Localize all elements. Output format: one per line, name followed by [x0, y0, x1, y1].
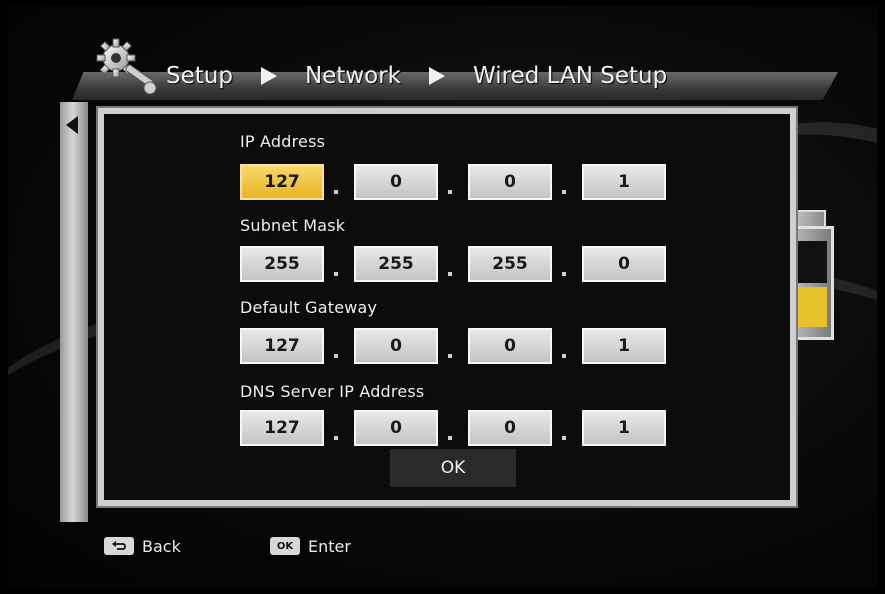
- dns-server-octet-4[interactable]: 1: [582, 410, 666, 446]
- footer-enter-hint: OK Enter: [270, 534, 351, 558]
- ip-address-row: 127 0 0 1: [240, 164, 670, 202]
- left-tab-strip[interactable]: [60, 102, 88, 522]
- enter-label: Enter: [308, 536, 351, 556]
- octet-separator: [448, 272, 452, 276]
- ip-address-label: IP Address: [240, 132, 326, 151]
- octet-separator: [562, 436, 566, 440]
- default-gateway-octet-4[interactable]: 1: [582, 328, 666, 364]
- octet-separator: [334, 354, 338, 358]
- ip-address-octet-1[interactable]: 127: [240, 164, 324, 200]
- breadcrumb: Setup Network Wired LAN Setup: [160, 56, 673, 96]
- subnet-mask-label: Subnet Mask: [240, 216, 346, 235]
- subnet-mask-octet-2[interactable]: 255: [354, 246, 438, 282]
- default-gateway-label: Default Gateway: [240, 298, 378, 317]
- dns-server-label: DNS Server IP Address: [240, 382, 425, 401]
- subnet-mask-octet-4[interactable]: 0: [582, 246, 666, 282]
- ok-key-icon: OK: [270, 537, 300, 555]
- dns-server-octet-2[interactable]: 0: [354, 410, 438, 446]
- octet-separator: [334, 436, 338, 440]
- breadcrumb-setup: Setup: [166, 63, 233, 89]
- ok-button[interactable]: OK: [390, 449, 516, 487]
- back-label: Back: [142, 536, 181, 556]
- left-arrow-icon: [66, 116, 78, 134]
- setup-gear-icon: [94, 36, 160, 96]
- breadcrumb-network: Network: [304, 63, 401, 89]
- subnet-mask-row: 255 255 255 0: [240, 246, 670, 284]
- dns-server-octet-1[interactable]: 127: [240, 410, 324, 446]
- default-gateway-octet-1[interactable]: 127: [240, 328, 324, 364]
- right-side-panel[interactable]: [790, 226, 834, 340]
- breadcrumb-arrow-icon: [429, 67, 445, 85]
- octet-separator: [448, 436, 452, 440]
- ip-address-octet-2[interactable]: 0: [354, 164, 438, 200]
- octet-separator: [562, 272, 566, 276]
- right-panel-highlight: [797, 287, 827, 327]
- ip-address-octet-3[interactable]: 0: [468, 164, 552, 200]
- octet-separator: [334, 272, 338, 276]
- back-key-icon: [104, 537, 134, 555]
- default-gateway-octet-3[interactable]: 0: [468, 328, 552, 364]
- octet-separator: [562, 354, 566, 358]
- subnet-mask-octet-1[interactable]: 255: [240, 246, 324, 282]
- tv-screen: Setup Network Wired LAN Setup IP Address…: [8, 6, 877, 588]
- breadcrumb-arrow-icon: [260, 67, 277, 85]
- default-gateway-row: 127 0 0 1: [240, 328, 670, 366]
- octet-separator: [334, 190, 338, 194]
- right-panel-slot: [797, 241, 827, 283]
- default-gateway-octet-2[interactable]: 0: [354, 328, 438, 364]
- subnet-mask-octet-3[interactable]: 255: [468, 246, 552, 282]
- octet-separator: [448, 190, 452, 194]
- footer-back-hint: Back: [104, 534, 181, 558]
- dns-server-row: 127 0 0 1: [240, 410, 670, 448]
- breadcrumb-wired-lan-setup: Wired LAN Setup: [473, 63, 668, 89]
- dns-server-octet-3[interactable]: 0: [468, 410, 552, 446]
- octet-separator: [562, 190, 566, 194]
- octet-separator: [448, 354, 452, 358]
- ip-address-octet-4[interactable]: 1: [582, 164, 666, 200]
